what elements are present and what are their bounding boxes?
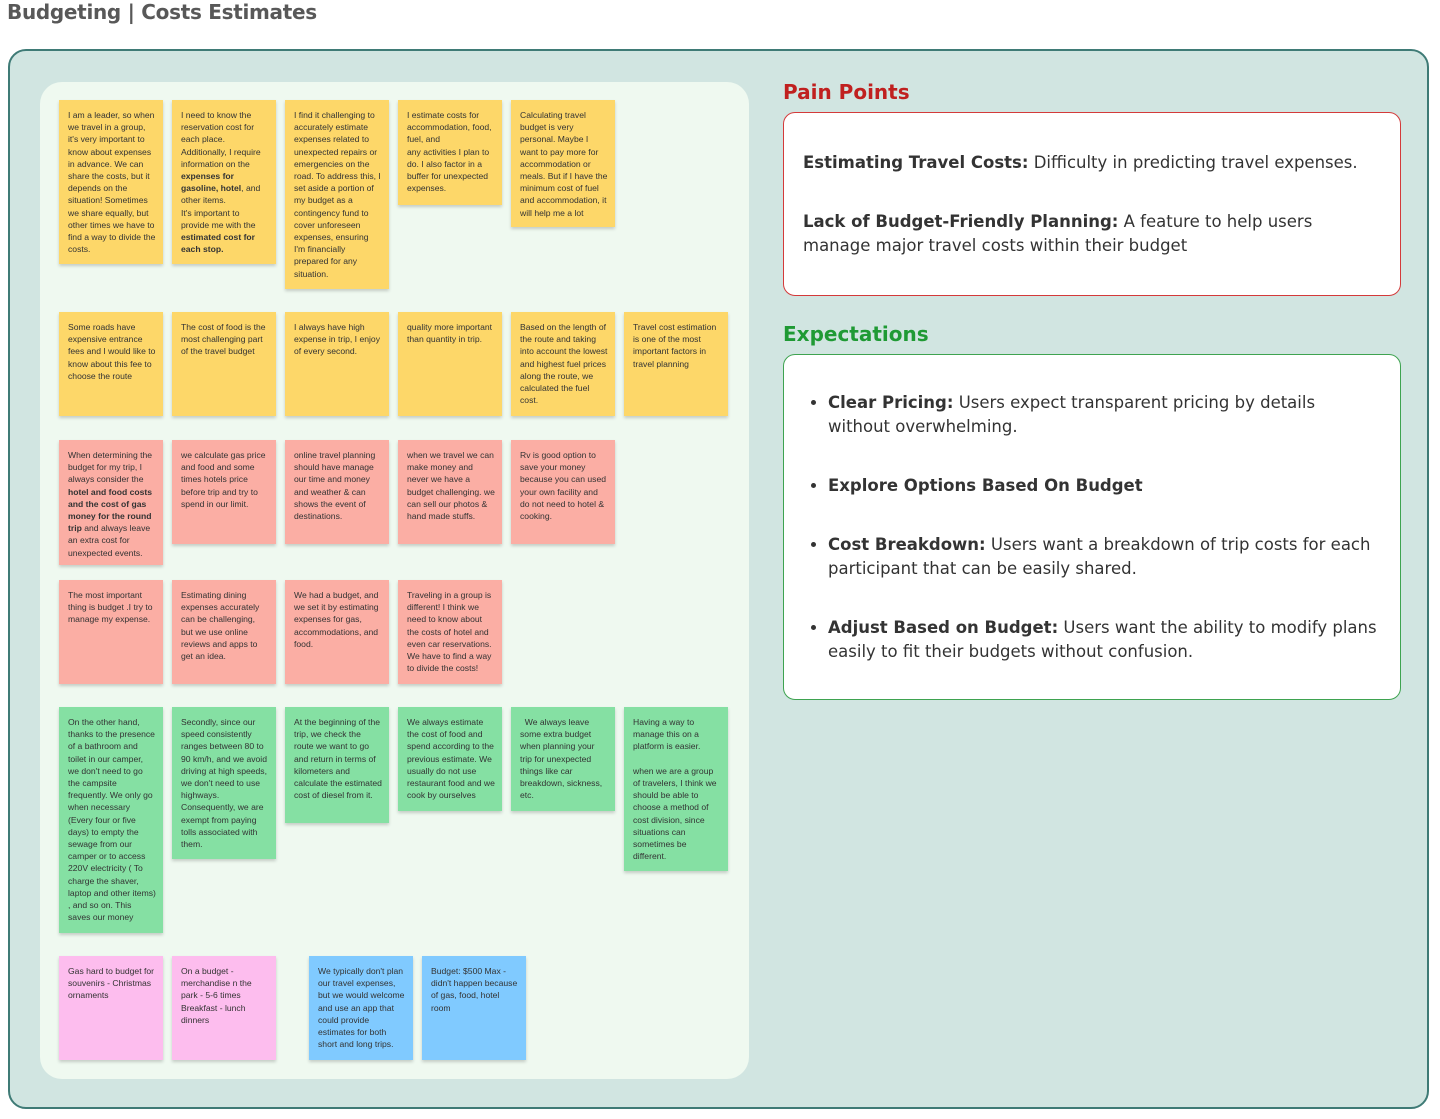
pain-point-item: Estimating Travel Costs: Difficulty in p… bbox=[803, 151, 1382, 175]
sticky-note-pink: Gas hard to budget for souvenirs - Chris… bbox=[59, 956, 163, 1060]
expectation-item: Cost Breakdown: Users want a breakdown o… bbox=[828, 533, 1382, 581]
sticky-note-blue: We typically don't plan our travel expen… bbox=[309, 956, 413, 1060]
sticky-note-green: Having a way to manage this on a platfor… bbox=[624, 707, 728, 871]
sticky-note-yellow: I find it challenging to accurately esti… bbox=[285, 100, 389, 289]
sticky-note-pink: On a budget - merchandise n the park - 5… bbox=[172, 956, 276, 1060]
sticky-note-red: We had a budget, and we set it by estima… bbox=[285, 580, 389, 684]
expectation-label: Clear Pricing: bbox=[828, 393, 954, 412]
expectation-label: Adjust Based on Budget: bbox=[828, 618, 1059, 637]
expectation-item: Adjust Based on Budget: Users want the a… bbox=[828, 616, 1382, 664]
pain-point-text: Difficulty in predicting travel expenses… bbox=[1028, 153, 1358, 172]
sticky-note-red: The most important thing is budget .I tr… bbox=[59, 580, 163, 684]
sticky-note-red: we calculate gas price and food and some… bbox=[172, 440, 276, 544]
page-title: Budgeting | Costs Estimates bbox=[7, 0, 317, 24]
sticky-note-yellow: Based on the length of the route and tak… bbox=[511, 312, 615, 416]
sticky-note-yellow: I estimate costs for accommodation, food… bbox=[398, 100, 502, 205]
sticky-note-green: At the beginning of the trip, we check t… bbox=[285, 707, 389, 823]
sticky-note-blue: Budget: $500 Max - didn't happen because… bbox=[422, 956, 526, 1060]
sticky-note-red: Rv is good option to save your money bec… bbox=[511, 440, 615, 544]
expectation-label: Cost Breakdown: bbox=[828, 535, 986, 554]
sticky-note-green: We always estimate the cost of food and … bbox=[398, 707, 502, 811]
sticky-note-yellow: Some roads have expensive entrance fees … bbox=[59, 312, 163, 416]
expectations-heading: Expectations bbox=[783, 322, 929, 346]
sticky-note-green: On the other hand, thanks to the presenc… bbox=[59, 707, 163, 933]
expectation-item: Explore Options Based On Budget bbox=[828, 474, 1382, 498]
pain-points-card: Estimating Travel Costs: Difficulty in p… bbox=[783, 112, 1401, 296]
expectation-label: Explore Options Based On Budget bbox=[828, 476, 1143, 495]
sticky-note-green: We always leave some extra budget when p… bbox=[511, 707, 615, 811]
pain-point-label: Lack of Budget-Friendly Planning: bbox=[803, 212, 1119, 231]
sticky-note-yellow: The cost of food is the most challenging… bbox=[172, 312, 276, 416]
sticky-note-yellow: Travel cost estimation is one of the mos… bbox=[624, 312, 728, 416]
sticky-note-red: Traveling in a group is different! I thi… bbox=[398, 580, 502, 684]
sticky-note-green: Secondly, since our speed consistently r… bbox=[172, 707, 276, 859]
sticky-note-yellow: Calculating travel budget is very person… bbox=[511, 100, 615, 227]
sticky-note-red: Estimating dining expenses accurately ca… bbox=[172, 580, 276, 684]
pain-point-item: Lack of Budget-Friendly Planning: A feat… bbox=[803, 210, 1382, 258]
expectation-item: Clear Pricing: Users expect transparent … bbox=[828, 391, 1382, 439]
sticky-note-red: When determining the budget for my trip,… bbox=[59, 440, 163, 565]
sticky-note-yellow: I am a leader, so when we travel in a gr… bbox=[59, 100, 163, 264]
pain-points-heading: Pain Points bbox=[783, 80, 910, 104]
sticky-note-red: online travel planning should have manag… bbox=[285, 440, 389, 544]
sticky-note-yellow: quality more important than quantity in … bbox=[398, 312, 502, 416]
expectations-list: Clear Pricing: Users expect transparent … bbox=[810, 391, 1382, 664]
pain-point-label: Estimating Travel Costs: bbox=[803, 153, 1029, 172]
expectations-card: Clear Pricing: Users expect transparent … bbox=[783, 354, 1401, 700]
sticky-note-yellow: I always have high expense in trip, I en… bbox=[285, 312, 389, 416]
sticky-note-yellow: I need to know the reservation cost for … bbox=[172, 100, 276, 264]
sticky-note-red: when we travel we can make money and nev… bbox=[398, 440, 502, 544]
